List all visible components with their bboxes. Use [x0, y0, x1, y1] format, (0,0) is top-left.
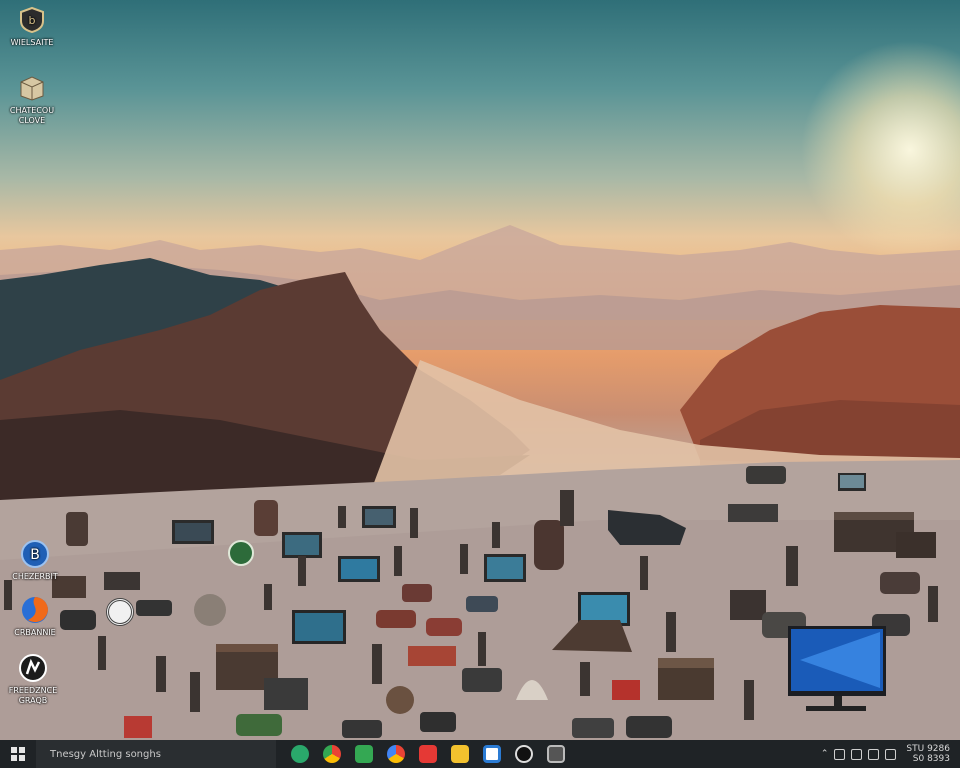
taskbar-search-box[interactable]: Tnesgy Altting songhs — [36, 740, 276, 768]
white-n-logo-icon — [17, 652, 49, 684]
desktop-icon-2-label: CHATECOU CLOVE — [9, 106, 55, 125]
green-tile-icon — [355, 745, 373, 763]
settings-icon — [547, 745, 565, 763]
desktop-icon-5-label: FREEDZNCE GRAQB — [8, 686, 58, 705]
desktop-icon-1-label: WIELSAITE — [10, 38, 54, 47]
taskbar-app-file-explorer[interactable] — [446, 740, 474, 768]
package-box-icon — [16, 72, 48, 104]
taskbar-app-browser[interactable] — [382, 740, 410, 768]
desktop-icon-5[interactable]: FREEDZNCE GRAQB — [1, 652, 65, 706]
start-button[interactable] — [0, 740, 36, 768]
taskbar-app-camera[interactable] — [510, 740, 538, 768]
blue-circle-b-icon: B — [19, 538, 51, 570]
clock-date: S0 8393 — [912, 754, 950, 764]
taskbar-app-chrome-like[interactable] — [318, 740, 346, 768]
system-tray: ⌃ STU 9286 S0 8393 — [821, 740, 950, 768]
red-square-icon — [419, 745, 437, 763]
desktop-icon-4[interactable]: CRBANNIE — [3, 594, 67, 638]
desktop-icon-2[interactable]: CHATECOU CLOVE — [0, 72, 64, 126]
camera-icon — [515, 745, 533, 763]
wallpaper-scene — [0, 225, 960, 740]
taskbar-app-settings[interactable] — [542, 740, 570, 768]
taskbar-clock[interactable]: STU 9286 S0 8393 — [906, 744, 950, 764]
svg-text:B: B — [30, 547, 40, 563]
chat-app-icon — [291, 745, 309, 763]
taskbar: Tnesgy Altting songhs ⌃ STU 9286 S0 8393 — [0, 740, 960, 768]
file-explorer-icon — [451, 745, 469, 763]
network-icon[interactable] — [834, 748, 846, 760]
taskbar-app-red[interactable] — [414, 740, 442, 768]
desktop-icon-3[interactable]: B CHEZERBIT — [3, 538, 67, 582]
taskbar-app-store[interactable] — [478, 740, 506, 768]
desktop-icon-4-label: CRBANNIE — [14, 628, 56, 637]
pinned-apps — [286, 740, 574, 768]
globe-desktop-icon[interactable] — [228, 540, 254, 566]
desktop-wallpaper: b WIELSAITE CHATECOU CLOVE B CHEZERBIT C… — [0, 0, 960, 740]
windows-logo-icon — [11, 747, 25, 761]
desktop-icon-3-label: CHEZERBIT — [12, 572, 58, 581]
target-desktop-icon[interactable] — [106, 598, 134, 626]
battery-icon[interactable] — [868, 748, 880, 760]
search-placeholder: Tnesgy Altting songhs — [50, 748, 161, 760]
taskbar-app-chat[interactable] — [286, 740, 314, 768]
browser-icon — [387, 745, 405, 763]
volume-icon[interactable] — [851, 748, 863, 760]
taskbar-app-green[interactable] — [350, 740, 378, 768]
shield-app-icon: b — [16, 4, 48, 36]
clock-time: STU 9286 — [906, 744, 950, 754]
firefox-like-icon — [19, 594, 51, 626]
desktop-icon-1[interactable]: b WIELSAITE — [0, 4, 64, 48]
notification-icon[interactable] — [885, 748, 897, 760]
svg-text:b: b — [29, 14, 36, 27]
store-icon — [483, 745, 501, 763]
chevron-up-icon[interactable]: ⌃ — [821, 749, 829, 759]
chrome-like-icon — [323, 745, 341, 763]
